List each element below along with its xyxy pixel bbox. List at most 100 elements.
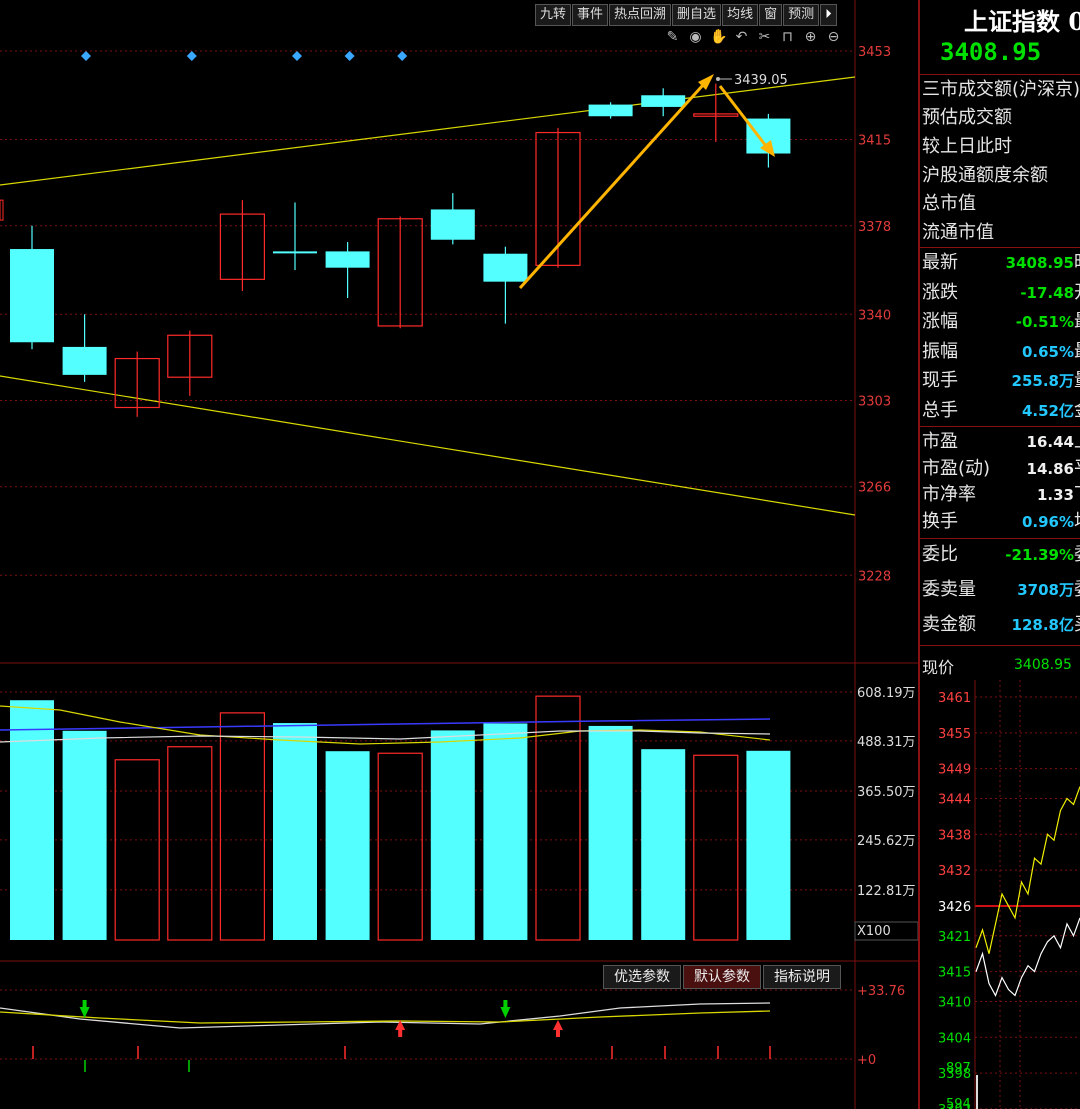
pencil-icon[interactable]: ✎ [664,29,681,46]
mini-volume-tick: 897 [946,1061,971,1076]
drawing-tools: ✎ ◉ ✋ ↶ ✂ ⊓ ⊕ ⊖ [664,29,842,46]
divider [920,74,1080,75]
price-tick-label: 3303 [858,395,891,410]
divider [920,426,1080,427]
candle-body-down [483,253,528,282]
volume-bar-down [62,730,107,940]
event-button[interactable]: 事件 [572,4,609,26]
intraday-mini-chart[interactable]: 3461 3455 3449 3444 3438 3432 3426 3421 3415 3410… [920,680,1080,1109]
info-row-estimated: 预估成交额 [922,107,1012,128]
quote-row: 卖金额 128.8亿买 [922,611,1080,639]
peak-dot [716,77,720,81]
quote-row: 现手 255.8万量 [922,367,1080,395]
scissors-icon[interactable]: ✂ [756,29,773,46]
info-row-connect-quota: 沪股通额度余额 [922,165,1048,186]
hotspot-review-button[interactable]: 热点回溯 [609,4,672,26]
eye-icon[interactable]: ◉ [687,29,704,46]
event-marker-icon [81,51,91,61]
price-tick-label: 3415 [858,134,891,149]
zoom-in-icon[interactable]: ⊕ [802,29,819,46]
quote-row: 市盈 16.44上 [922,428,1080,456]
mini-chart-price: 3408.95 [1014,657,1072,673]
quote-label: 最新 [922,252,958,273]
tab-optimized-params[interactable]: 优选参数 [603,965,681,989]
indicator-tick-label: +33.76 [857,984,905,999]
divider [920,538,1080,539]
quote-label: 市盈(动) [922,457,991,479]
quote-next-label: 委 [1074,576,1080,604]
quote-next-label: 委 [1074,541,1080,569]
quote-next-label: 平 [1074,455,1080,483]
divider [920,645,1080,646]
quote-next-label: 量 [1074,367,1080,395]
quote-label: 涨幅 [922,311,958,332]
jiuzhuan-button[interactable]: 九转 [535,4,572,26]
volume-bar-down [10,700,54,940]
quote-label: 市净率 [922,484,976,505]
event-marker-icon [292,51,302,61]
info-row-float-cap: 流通市值 [922,222,994,243]
zoom-out-icon[interactable]: ⊖ [825,29,842,46]
volume-bar-up [219,712,265,941]
sell-signal-icon [553,1020,563,1030]
lock-icon[interactable]: ⊓ [779,29,796,46]
quote-value: 3408.95 [1005,254,1074,272]
price-tick-label: 3453 [858,45,891,60]
quote-row: 委比 -21.39%委 [922,541,1080,569]
peak-price-label: 3439.05 [734,73,788,88]
volume-bar-down [325,751,370,940]
quote-next-label: 最 [1074,308,1080,336]
forecast-button[interactable]: 预测 [783,4,820,26]
quote-label: 换手 [922,510,958,532]
quote-row: 市盈(动) 14.86平 [922,455,1080,483]
volume-bar-up [114,759,160,941]
mini-price-line [975,917,1080,997]
quote-label: 涨跌 [922,281,958,303]
candle-body-down [273,251,317,254]
volume-bar-down [641,749,686,940]
quote-value: 255.8万 [1011,372,1074,390]
event-marker-icon [186,51,197,61]
indicator-line-yellow [0,1010,771,1024]
volume-bar-up [693,754,739,941]
quote-label: 市盈 [922,431,958,452]
indicator-tabs: 优选参数 默认参数 指标说明 [603,965,843,989]
hand-icon[interactable]: ✋ [710,29,727,46]
volume-ma-white [0,730,771,743]
tab-default-params[interactable]: 默认参数 [683,965,761,989]
info-row-turnover: 三市成交额(沪深京) [922,79,1080,100]
quote-value: 14.86 [1026,459,1074,478]
candle-body-down [430,209,475,240]
info-row-market-cap: 总市值 [922,193,976,214]
kline-chart[interactable]: 3453 3415 3378 3340 3303 3266 3228 3439.05 608.1… [0,0,918,1109]
volume-bar-down [430,730,475,940]
signal-stem [556,1029,560,1037]
window-button[interactable]: 窗 [759,4,783,26]
quote-row: 涨跌 -17.48开 [922,279,1080,307]
volume-bar-up [167,746,213,941]
indicator-line-white [0,1002,771,1029]
candle-body-down [641,95,686,107]
quote-panel: 上证指数 0 3408.95 三市成交额(沪深京) 预估成交额 较上日此时 沪股… [918,0,1080,1109]
divider [920,247,1080,248]
undo-icon[interactable]: ↶ [733,29,750,46]
moving-average-button[interactable]: 均线 [722,4,759,26]
chart-toolbar: 九转 事件 热点回溯 删自选 均线 窗 预测 ⏵ [535,4,838,26]
price-tick-label: 3266 [858,481,891,496]
candle-body-up [0,199,4,221]
volume-tick-label: 608.19万 [857,686,916,701]
quote-value: 16.44 [1026,433,1074,451]
quote-label: 委比 [922,544,958,565]
volume-tick-label: 488.31万 [857,735,916,750]
price-tick-label: 3340 [858,308,891,323]
remove-watchlist-button[interactable]: 删自选 [672,4,722,26]
quote-label: 现手 [922,370,958,391]
mini-tick-label: 3461 [938,691,971,706]
candle-body-down [10,249,54,343]
quote-next-label: 金 [1074,397,1080,425]
tab-indicator-help[interactable]: 指标说明 [763,965,841,989]
event-marker-icon [397,51,408,61]
play-arrow-icon[interactable]: ⏵ [820,4,837,26]
volume-bar-up [535,695,581,941]
index-price: 3408.95 [940,38,1042,66]
